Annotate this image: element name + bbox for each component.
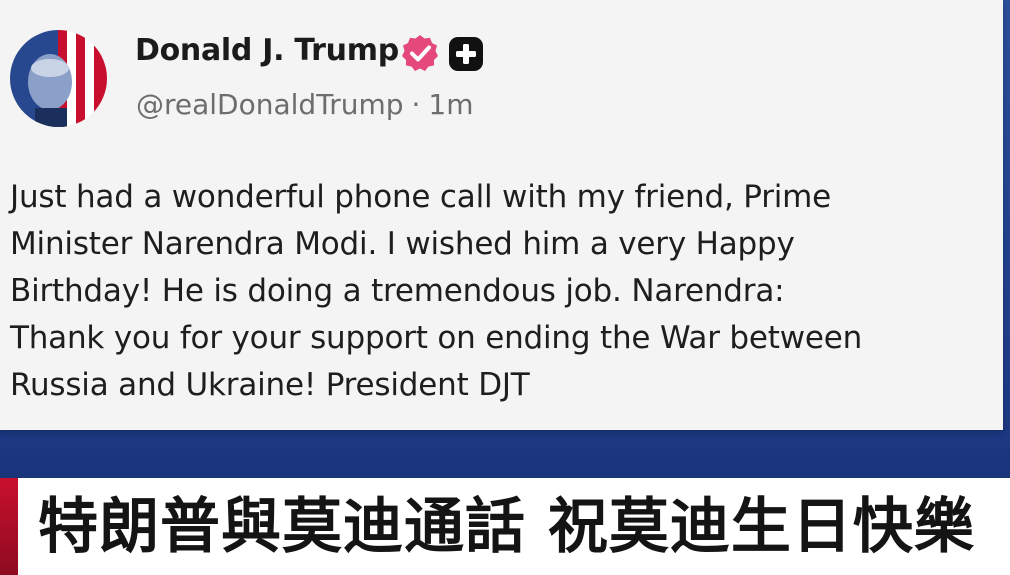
- profile-avatar[interactable]: [10, 30, 107, 127]
- author-name[interactable]: Donald J. Trump: [135, 33, 399, 68]
- meta-separator: ·: [411, 88, 421, 121]
- post-text-line: Just had a wonderful phone call with my …: [10, 179, 832, 215]
- author-handle[interactable]: @realDonaldTrump: [136, 88, 404, 121]
- ticker-headline: 特朗普與莫迪通話 祝莫迪生日快樂: [38, 492, 975, 562]
- news-ticker-bar: 特朗普與莫迪通話 祝莫迪生日快樂: [0, 478, 1010, 575]
- verified-badge-icon: [402, 35, 438, 71]
- post-text-line: Minister Narendra Modi. I wished him a v…: [10, 226, 795, 262]
- ticker-accent-stripe: [0, 478, 18, 575]
- post-text-line: Birthday! He is doing a tremendous job. …: [10, 273, 785, 309]
- avatar-image: [10, 30, 107, 127]
- post-text: Just had a wonderful phone call with my …: [10, 174, 1000, 409]
- post-timestamp[interactable]: 1m: [428, 88, 473, 121]
- post-text-line: Thank you for your support on ending the…: [10, 320, 863, 356]
- social-post-card: Donald J. Trump @realDonaldTrump · 1m Just…: [0, 0, 1003, 430]
- post-text-line: Russia and Ukraine! President DJT: [10, 367, 530, 403]
- post-meta: @realDonaldTrump · 1m: [136, 88, 474, 121]
- plus-badge-icon: [449, 37, 483, 71]
